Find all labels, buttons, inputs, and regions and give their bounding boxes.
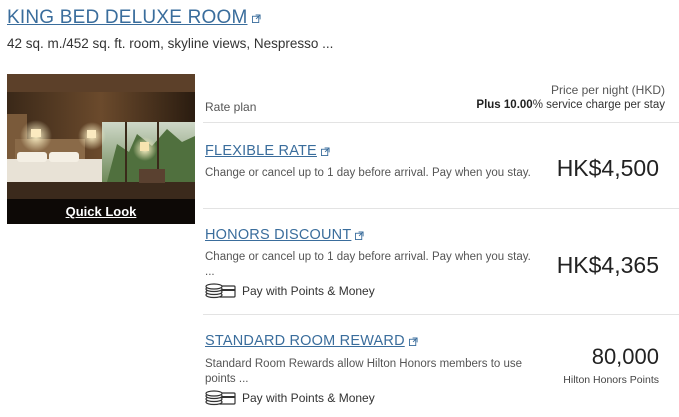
service-charge-note: Plus 10.00% service charge per stay	[476, 98, 665, 113]
price-header: Price per night (HKD) Plus 10.00% servic…	[476, 83, 665, 113]
rate-name-row: STANDARD ROOM REWARD	[205, 333, 418, 349]
service-charge-amount: Plus 10.00	[476, 99, 533, 111]
rate-row-flexible: FLEXIBLE RATE Change or cancel up to 1 d…	[203, 122, 679, 208]
room-photo[interactable]: Quick Look	[7, 74, 195, 224]
rate-row-standard-reward: STANDARD ROOM REWARD Standard Room Rewar…	[203, 314, 679, 417]
room-title-link[interactable]: KING BED DELUXE ROOM	[7, 7, 248, 29]
quick-look-bar[interactable]: Quick Look	[7, 199, 195, 224]
room-title-row: KING BED DELUXE ROOM	[7, 7, 261, 29]
service-charge-text: % service charge per stay	[532, 99, 665, 111]
rate-row-honors-discount: HONORS DISCOUNT Change or cancel up to 1…	[203, 208, 679, 314]
external-link-icon	[320, 146, 330, 156]
rate-points-price: 80,000	[591, 344, 659, 369]
rate-name-row: FLEXIBLE RATE	[205, 143, 330, 159]
external-link-icon	[408, 336, 418, 346]
rate-description: Change or cancel up to 1 day before arri…	[205, 167, 531, 179]
pay-with-points-label[interactable]: Pay with Points & Money	[242, 391, 375, 405]
rate-name-link[interactable]: STANDARD ROOM REWARD	[205, 333, 405, 349]
rate-description: Change or cancel up to 1 day before arri…	[205, 251, 531, 278]
coins-card-icon	[205, 283, 236, 299]
rate-name-row: HONORS DISCOUNT	[205, 227, 364, 243]
price-per-night-label: Price per night (HKD)	[550, 83, 665, 97]
pay-with-points-link[interactable]: Pay with Points & Money	[205, 390, 375, 406]
external-link-icon	[251, 13, 261, 23]
rate-price: HK$4,500	[556, 155, 659, 181]
coins-card-icon	[205, 390, 236, 406]
rate-name-link[interactable]: HONORS DISCOUNT	[205, 227, 351, 243]
rate-points-unit: Hilton Honors Points	[563, 374, 659, 386]
rate-name-link[interactable]: FLEXIBLE RATE	[205, 143, 317, 159]
external-link-icon	[355, 230, 364, 240]
rate-price: HK$4,365	[556, 252, 659, 278]
quick-look-link[interactable]: Quick Look	[66, 204, 137, 219]
rate-plan-header: Rate plan	[205, 100, 257, 114]
rate-description: Standard Room Rewards allow Hilton Honor…	[205, 358, 523, 385]
room-description: 42 sq. m./452 sq. ft. room, skyline view…	[7, 36, 334, 51]
pay-with-points-link[interactable]: Pay with Points & Money	[205, 283, 375, 299]
room-rate-panel: KING BED DELUXE ROOM 42 sq. m./452 sq. f…	[0, 0, 679, 417]
pay-with-points-label[interactable]: Pay with Points & Money	[242, 284, 375, 298]
